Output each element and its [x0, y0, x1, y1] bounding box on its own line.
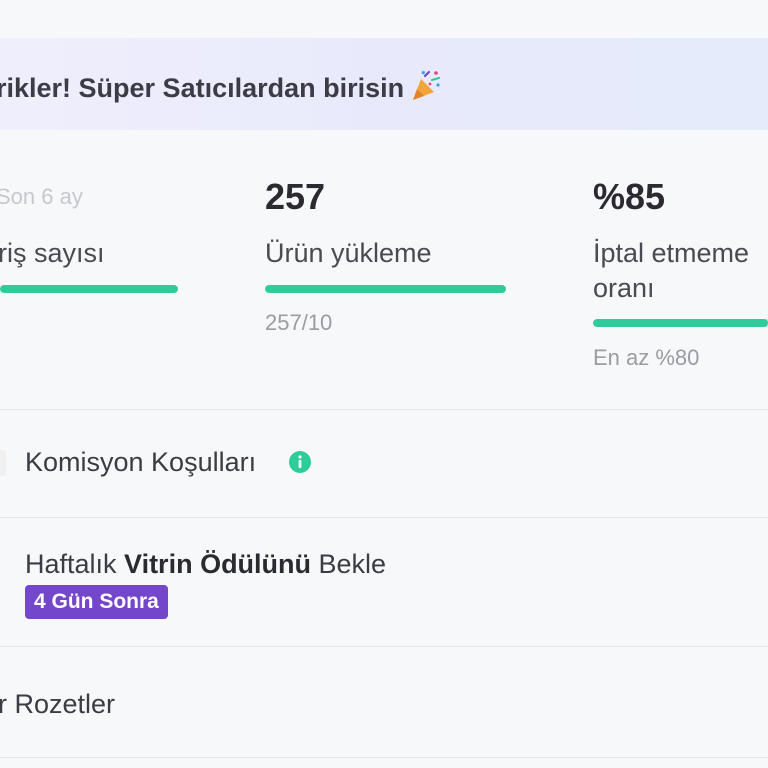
metric-cancel-sub: En az %80 [593, 345, 700, 370]
info-icon[interactable] [289, 451, 311, 473]
divider [0, 646, 768, 647]
metric-visits-label: riş sayısı [0, 238, 105, 268]
congrats-banner-text: rikler! Süper Satıcılardan birisin [0, 70, 442, 104]
row-marker [0, 450, 6, 476]
congrats-message: rikler! Süper Satıcılardan birisin [0, 73, 405, 103]
metric-cancel-label-line2: oranı [593, 273, 655, 303]
weekly-reward-text[interactable]: Haftalık Vitrin Ödülünü Bekle [25, 549, 386, 580]
weekly-reward-bold: Vitrin Ödülünü [124, 549, 312, 579]
divider [0, 517, 768, 518]
metric-cancel-progress [593, 319, 768, 327]
commission-terms-link[interactable]: Komisyon Koşulları [25, 447, 256, 478]
metric-cancel-value: %85 [593, 176, 666, 217]
metric-visits-progress [0, 285, 178, 293]
top-strip [0, 0, 768, 38]
countdown-badge: 4 Gün Sonra [25, 585, 168, 619]
metric-visits-progress-fill [0, 285, 178, 293]
metric-uploads-value: 257 [265, 176, 326, 217]
metric-uploads-progress-fill [265, 285, 506, 293]
metric-uploads-sub: 257/10 [265, 310, 333, 335]
super-seller-panel: rikler! Süper Satıcılardan birisin Son 6… [0, 0, 768, 768]
metric-cancel-progress-fill [593, 319, 768, 327]
metric-cancel-label-line1: İptal etmeme [593, 238, 750, 268]
badges-link[interactable]: r Rozetler [0, 689, 115, 720]
divider [0, 757, 768, 758]
period-caption: Son 6 ay [0, 184, 83, 209]
weekly-reward-suffix: Bekle [311, 549, 387, 579]
divider [0, 409, 768, 410]
weekly-reward-prefix: Haftalık [25, 549, 125, 579]
metric-uploads-label: Ürün yükleme [265, 238, 432, 268]
metric-uploads-progress [265, 285, 506, 293]
party-popper-icon [413, 70, 441, 100]
